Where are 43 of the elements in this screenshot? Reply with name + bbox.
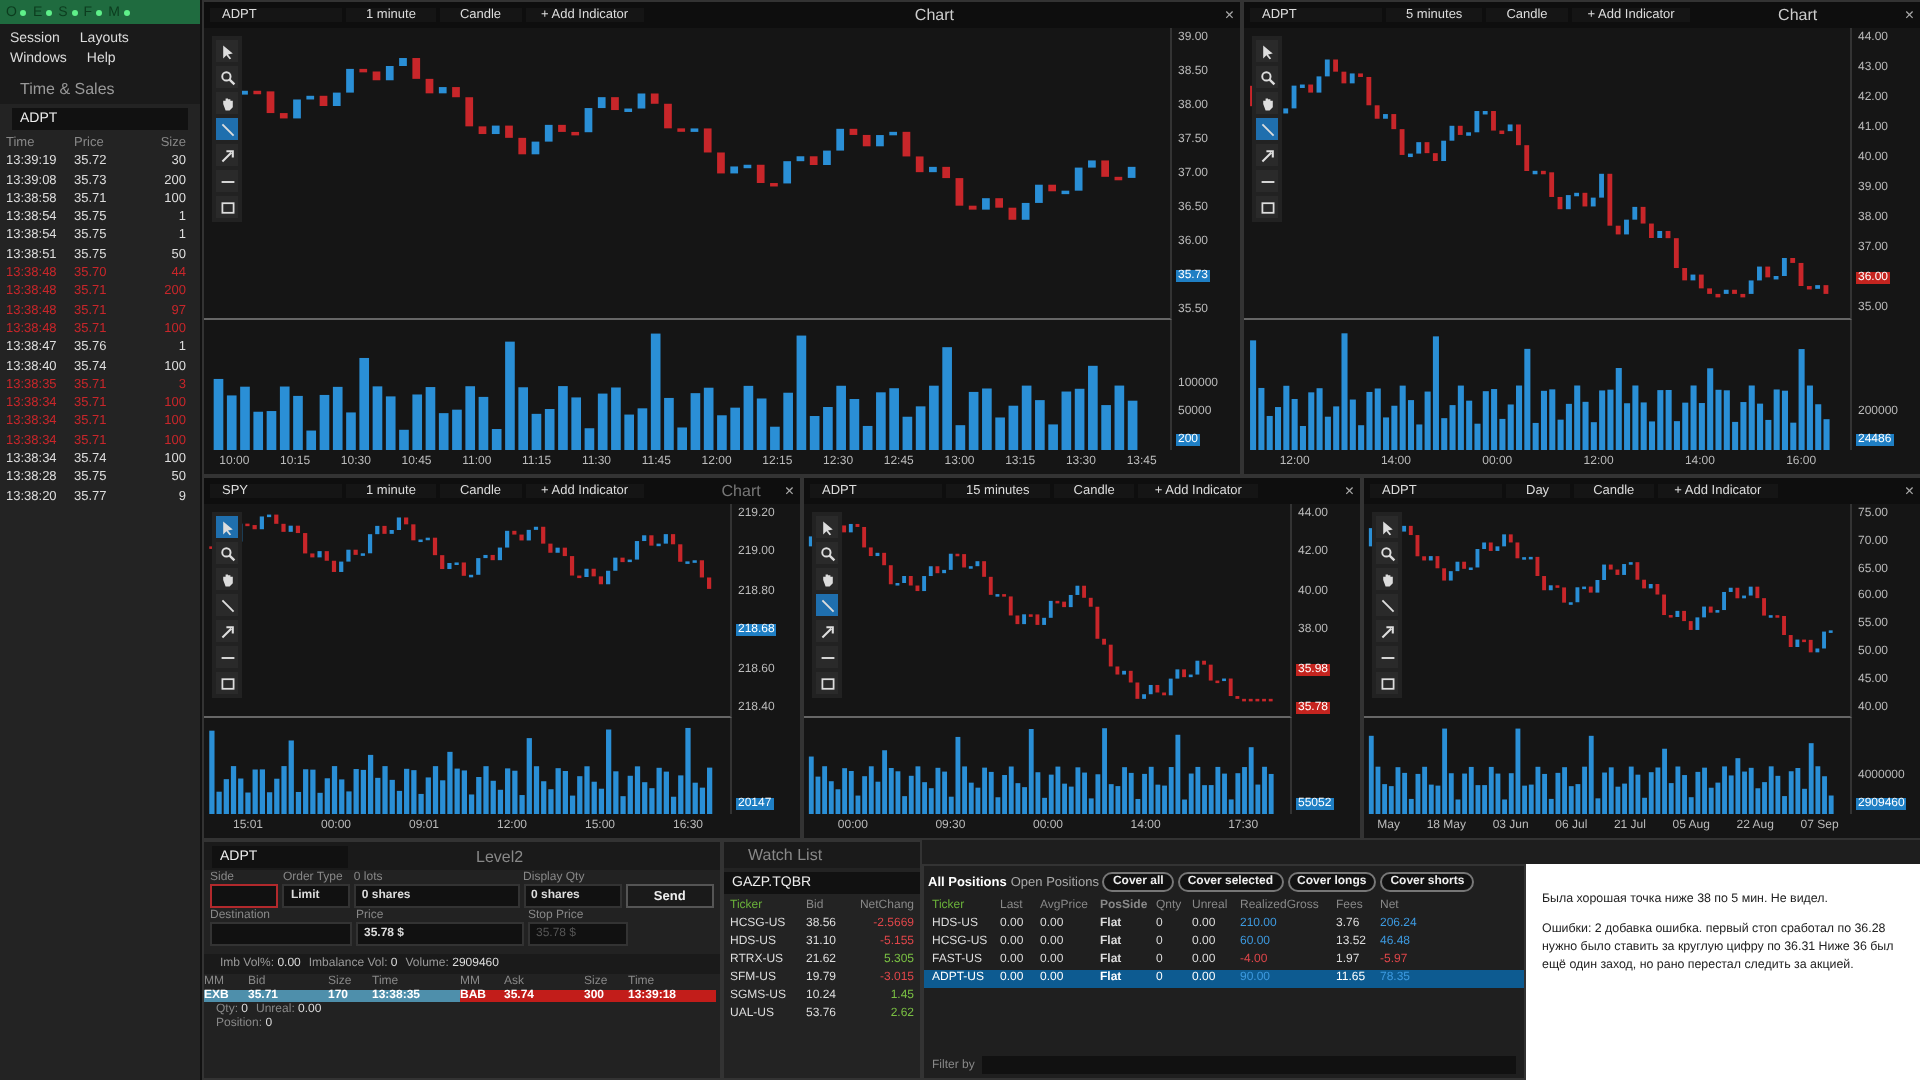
zoom-tool-icon[interactable] xyxy=(1376,542,1398,564)
hand-tool-icon[interactable] xyxy=(1376,568,1398,590)
zoom-tool-icon[interactable] xyxy=(216,66,238,88)
hand-tool-icon[interactable] xyxy=(216,568,238,590)
window-title: Chart xyxy=(721,482,761,500)
arrow-tool-icon[interactable] xyxy=(1376,620,1398,642)
close-icon[interactable]: × xyxy=(1904,6,1914,24)
hline-tool-icon[interactable] xyxy=(216,170,238,192)
pointer-tool-icon[interactable] xyxy=(816,516,838,538)
arrow-tool-icon[interactable] xyxy=(1256,144,1278,166)
arrow-tool-icon[interactable] xyxy=(816,620,838,642)
rect-tool-icon[interactable] xyxy=(1256,196,1278,218)
zoom-tool-icon[interactable] xyxy=(216,542,238,564)
panel-title: Time & Sales xyxy=(0,74,200,104)
rect-tool-icon[interactable] xyxy=(1376,672,1398,694)
close-icon[interactable]: × xyxy=(1224,6,1234,24)
hline-tool-icon[interactable] xyxy=(216,646,238,668)
hand-tool-icon[interactable] xyxy=(1256,92,1278,114)
hand-tool-icon[interactable] xyxy=(216,92,238,114)
zoom-tool-icon[interactable] xyxy=(1256,66,1278,88)
window-title: Chart xyxy=(1776,6,1820,24)
side-dropdown[interactable] xyxy=(210,884,279,908)
arrow-tool-icon[interactable] xyxy=(216,620,238,642)
hand-tool-icon[interactable] xyxy=(816,568,838,590)
rect-tool-icon[interactable] xyxy=(216,196,238,218)
hline-tool-icon[interactable] xyxy=(816,646,838,668)
rect-tool-icon[interactable] xyxy=(216,672,238,694)
hline-tool-icon[interactable] xyxy=(1376,646,1398,668)
pointer-tool-icon[interactable] xyxy=(1376,516,1398,538)
rect-tool-icon[interactable] xyxy=(816,672,838,694)
arrow-tool-icon[interactable] xyxy=(216,144,238,166)
close-icon[interactable]: × xyxy=(784,482,794,500)
line-tool-icon[interactable] xyxy=(1376,594,1398,616)
close-icon[interactable]: × xyxy=(1904,482,1914,500)
window-title: Chart xyxy=(912,6,956,24)
line-tool-icon[interactable] xyxy=(216,594,238,616)
pointer-tool-icon[interactable] xyxy=(1256,40,1278,62)
zoom-tool-icon[interactable] xyxy=(816,542,838,564)
window-title: Level2 xyxy=(476,847,524,865)
hline-tool-icon[interactable] xyxy=(1256,170,1278,192)
close-icon[interactable]: × xyxy=(1344,482,1354,500)
panel-title: Watch List xyxy=(724,842,920,868)
pointer-tool-icon[interactable] xyxy=(216,40,238,62)
